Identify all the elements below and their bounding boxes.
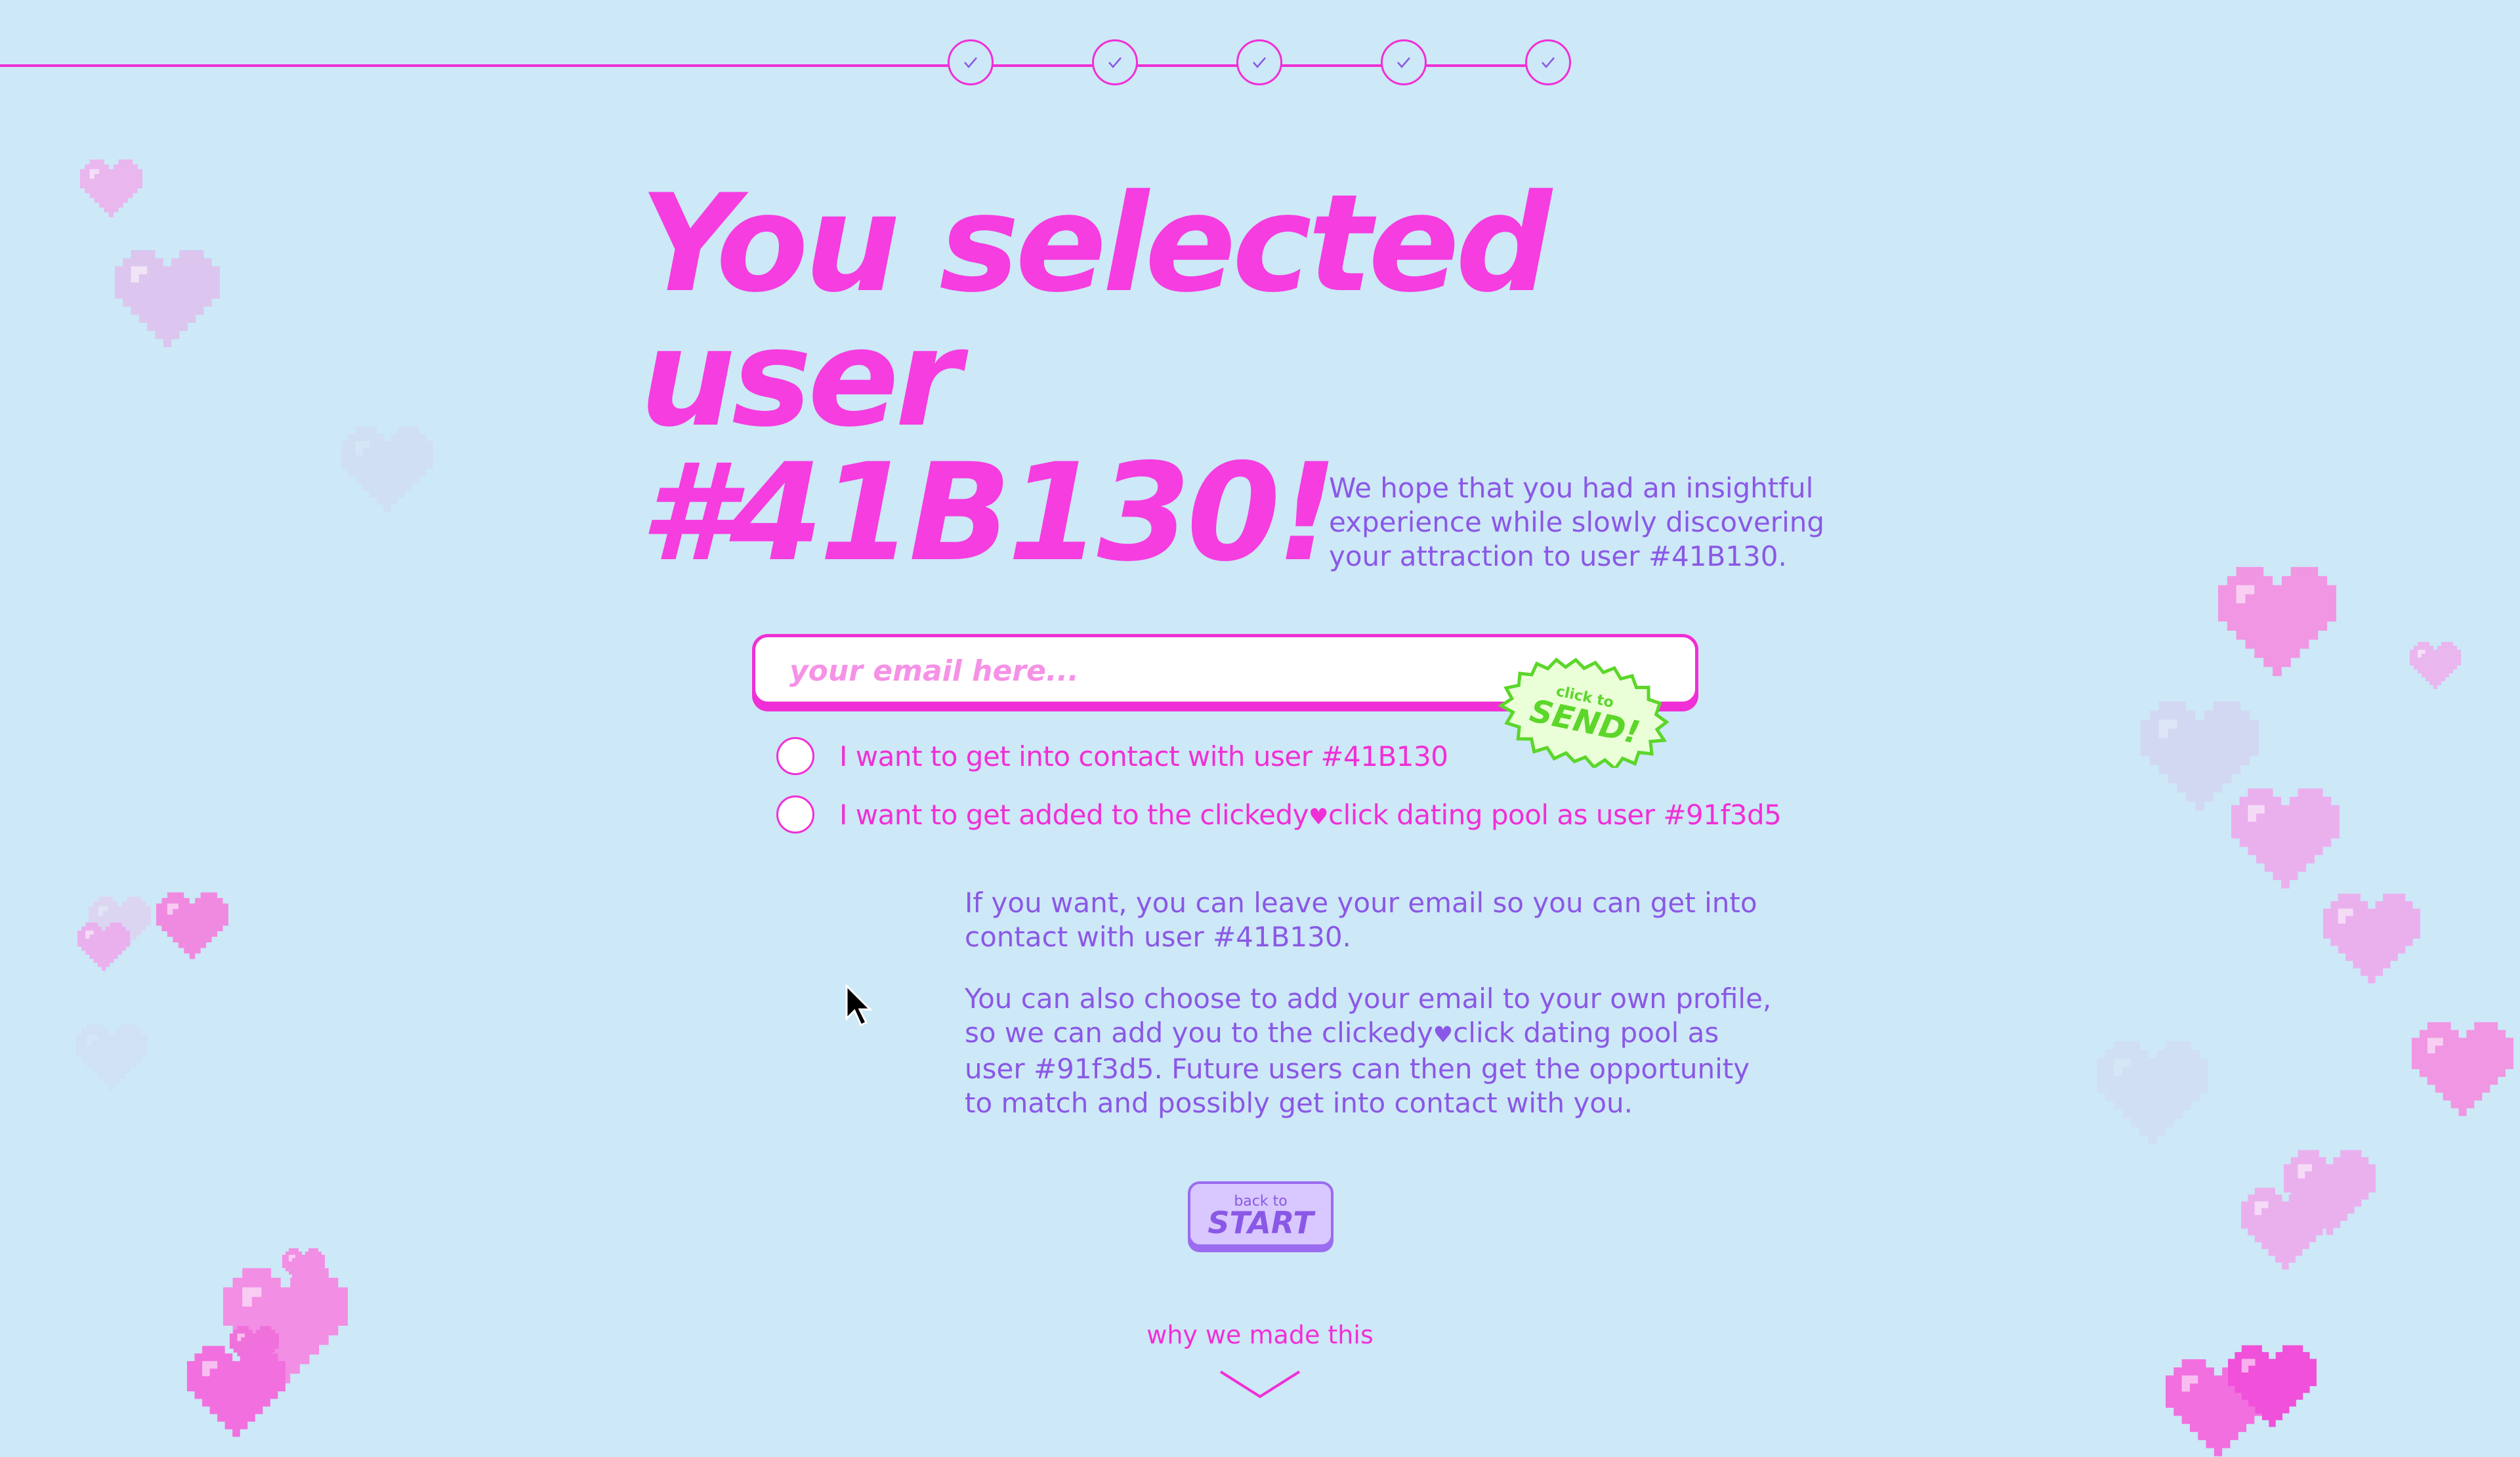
pixel-heart-icon — [2241, 1187, 2330, 1271]
mouse-cursor-icon — [845, 984, 873, 1027]
pixel-heart-icon — [2323, 893, 2420, 984]
dating-pool-option-text-1: I want to get added to the clickedy — [839, 798, 1309, 831]
pixel-heart-icon — [187, 1345, 285, 1437]
pixel-heart-icon — [77, 922, 130, 971]
progress-step-5 — [1525, 39, 1571, 85]
send-button[interactable]: click to SEND! — [1490, 656, 1680, 768]
progress-step-1 — [948, 39, 994, 85]
check-icon — [1108, 57, 1122, 68]
info-paragraph-1: If you want, you can leave your email so… — [965, 887, 1757, 953]
progress-step-4 — [1381, 39, 1427, 85]
dating-pool-option[interactable]: I want to get added to the clickedy♥clic… — [776, 795, 1782, 834]
email-input[interactable] — [788, 650, 1513, 691]
dating-pool-option-radio[interactable] — [776, 795, 814, 834]
pixel-heart-icon — [2097, 1040, 2208, 1145]
contact-option-text: I want to get into contact with user #41… — [839, 740, 1448, 772]
check-icon — [1542, 57, 1555, 68]
pixel-heart-icon — [2218, 566, 2336, 677]
pixel-heart-icon — [156, 891, 228, 960]
pixel-heart-icon — [75, 1024, 148, 1089]
pixel-heart-icon — [341, 427, 433, 512]
contact-option[interactable]: I want to get into contact with user #41… — [776, 736, 1448, 776]
dating-pool-option-label: I want to get added to the clickedy♥clic… — [839, 798, 1782, 831]
progress-step-3 — [1236, 39, 1282, 85]
pixel-heart-icon — [2412, 1021, 2513, 1118]
pixel-heart-icon — [2410, 642, 2461, 689]
chevron-down-icon[interactable] — [1217, 1365, 1303, 1404]
back-to-start-button[interactable]: back to START — [1188, 1181, 1334, 1247]
check-icon — [1397, 57, 1410, 68]
why-we-made-this-link[interactable]: why we made this — [1089, 1320, 1431, 1349]
progress-line — [0, 64, 1550, 67]
contact-option-label: I want to get into contact with user #41… — [839, 740, 1448, 772]
heart-icon: ♥ — [1433, 1022, 1454, 1048]
check-icon — [1253, 57, 1266, 68]
contact-option-radio[interactable] — [776, 737, 814, 775]
pixel-heart-icon — [2228, 1344, 2317, 1428]
info-paragraph-2: You can also choose to add your email to… — [965, 982, 1778, 1120]
progress-bar — [0, 39, 1588, 92]
back-button-label: START — [1208, 1205, 1314, 1240]
pixel-heart-icon — [2231, 788, 2340, 889]
pixel-heart-icon — [282, 1248, 325, 1288]
page-title-line-1: You selected user — [640, 166, 1552, 457]
progress-step-2 — [1092, 39, 1138, 85]
check-icon — [964, 57, 977, 68]
heart-icon: ♥ — [1309, 803, 1328, 830]
pixel-heart-icon — [80, 159, 142, 218]
intro-text: We hope that you had an insightful exper… — [1329, 472, 1825, 572]
dating-pool-option-text-2: click dating pool as user #91f3d5 — [1328, 798, 1782, 831]
pixel-heart-icon — [115, 249, 220, 348]
